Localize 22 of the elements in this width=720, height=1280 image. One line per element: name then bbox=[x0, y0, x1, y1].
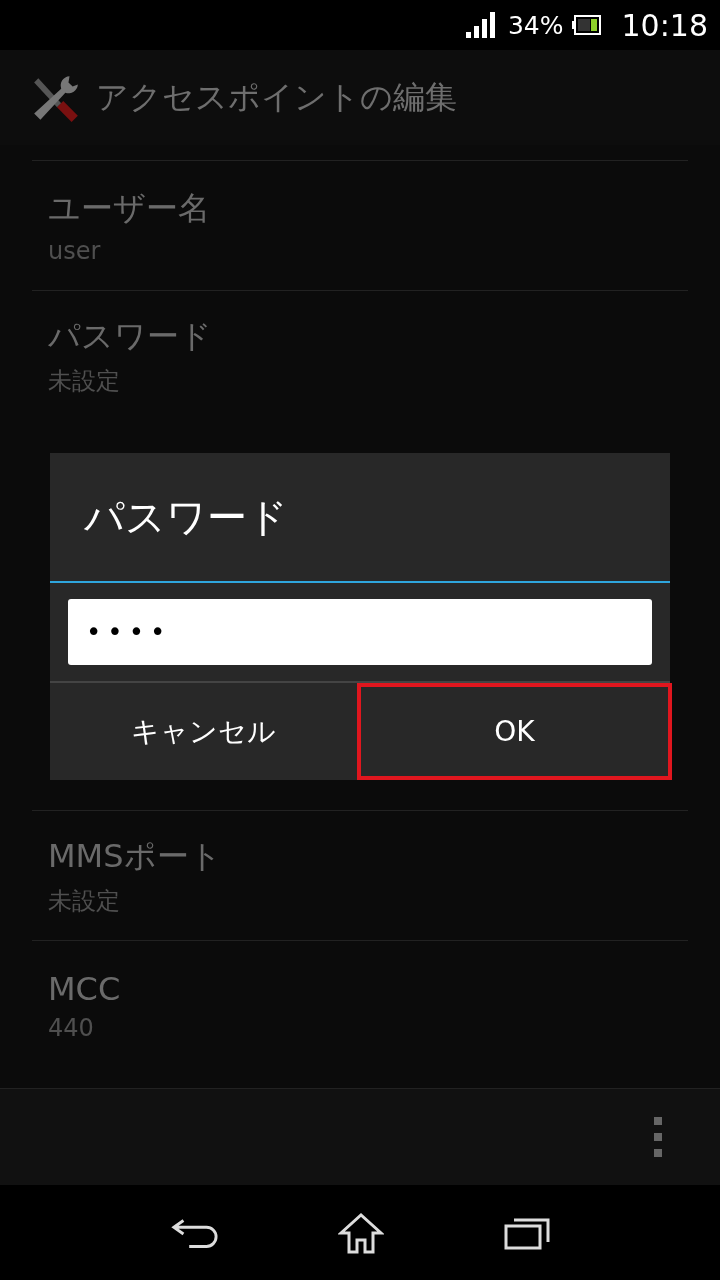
home-icon[interactable] bbox=[338, 1211, 384, 1254]
setting-title: MCC bbox=[48, 969, 122, 1008]
setting-item[interactable]: ユーザー名 user bbox=[32, 160, 688, 290]
setting-value: 未設定 bbox=[48, 885, 121, 917]
battery-icon bbox=[571, 15, 602, 35]
password-field[interactable]: •••• bbox=[68, 599, 652, 665]
overflow-menu-icon[interactable] bbox=[654, 1117, 664, 1157]
signal-icon bbox=[465, 12, 496, 38]
setting-value: user bbox=[48, 236, 102, 265]
battery-percent: 34% bbox=[507, 10, 564, 40]
setting-value: 未設定 bbox=[48, 365, 121, 397]
setting-item[interactable]: パスワード 未設定 bbox=[32, 290, 688, 420]
setting-title: MMSポート bbox=[48, 835, 223, 877]
setting-value: 440 bbox=[48, 1013, 95, 1042]
setting-item[interactable]: MCC 440 bbox=[32, 940, 688, 1070]
dialog-button[interactable]: OK bbox=[357, 683, 672, 780]
setting-title: ユーザー名 bbox=[48, 187, 211, 229]
setting-item[interactable]: MMSポート 未設定 bbox=[32, 810, 688, 940]
clock: 10:18 bbox=[621, 7, 708, 43]
dialog-title: パスワード bbox=[83, 492, 289, 542]
screen-title: アクセスポイントの編集 bbox=[96, 76, 457, 118]
setting-title: パスワード bbox=[48, 315, 213, 357]
